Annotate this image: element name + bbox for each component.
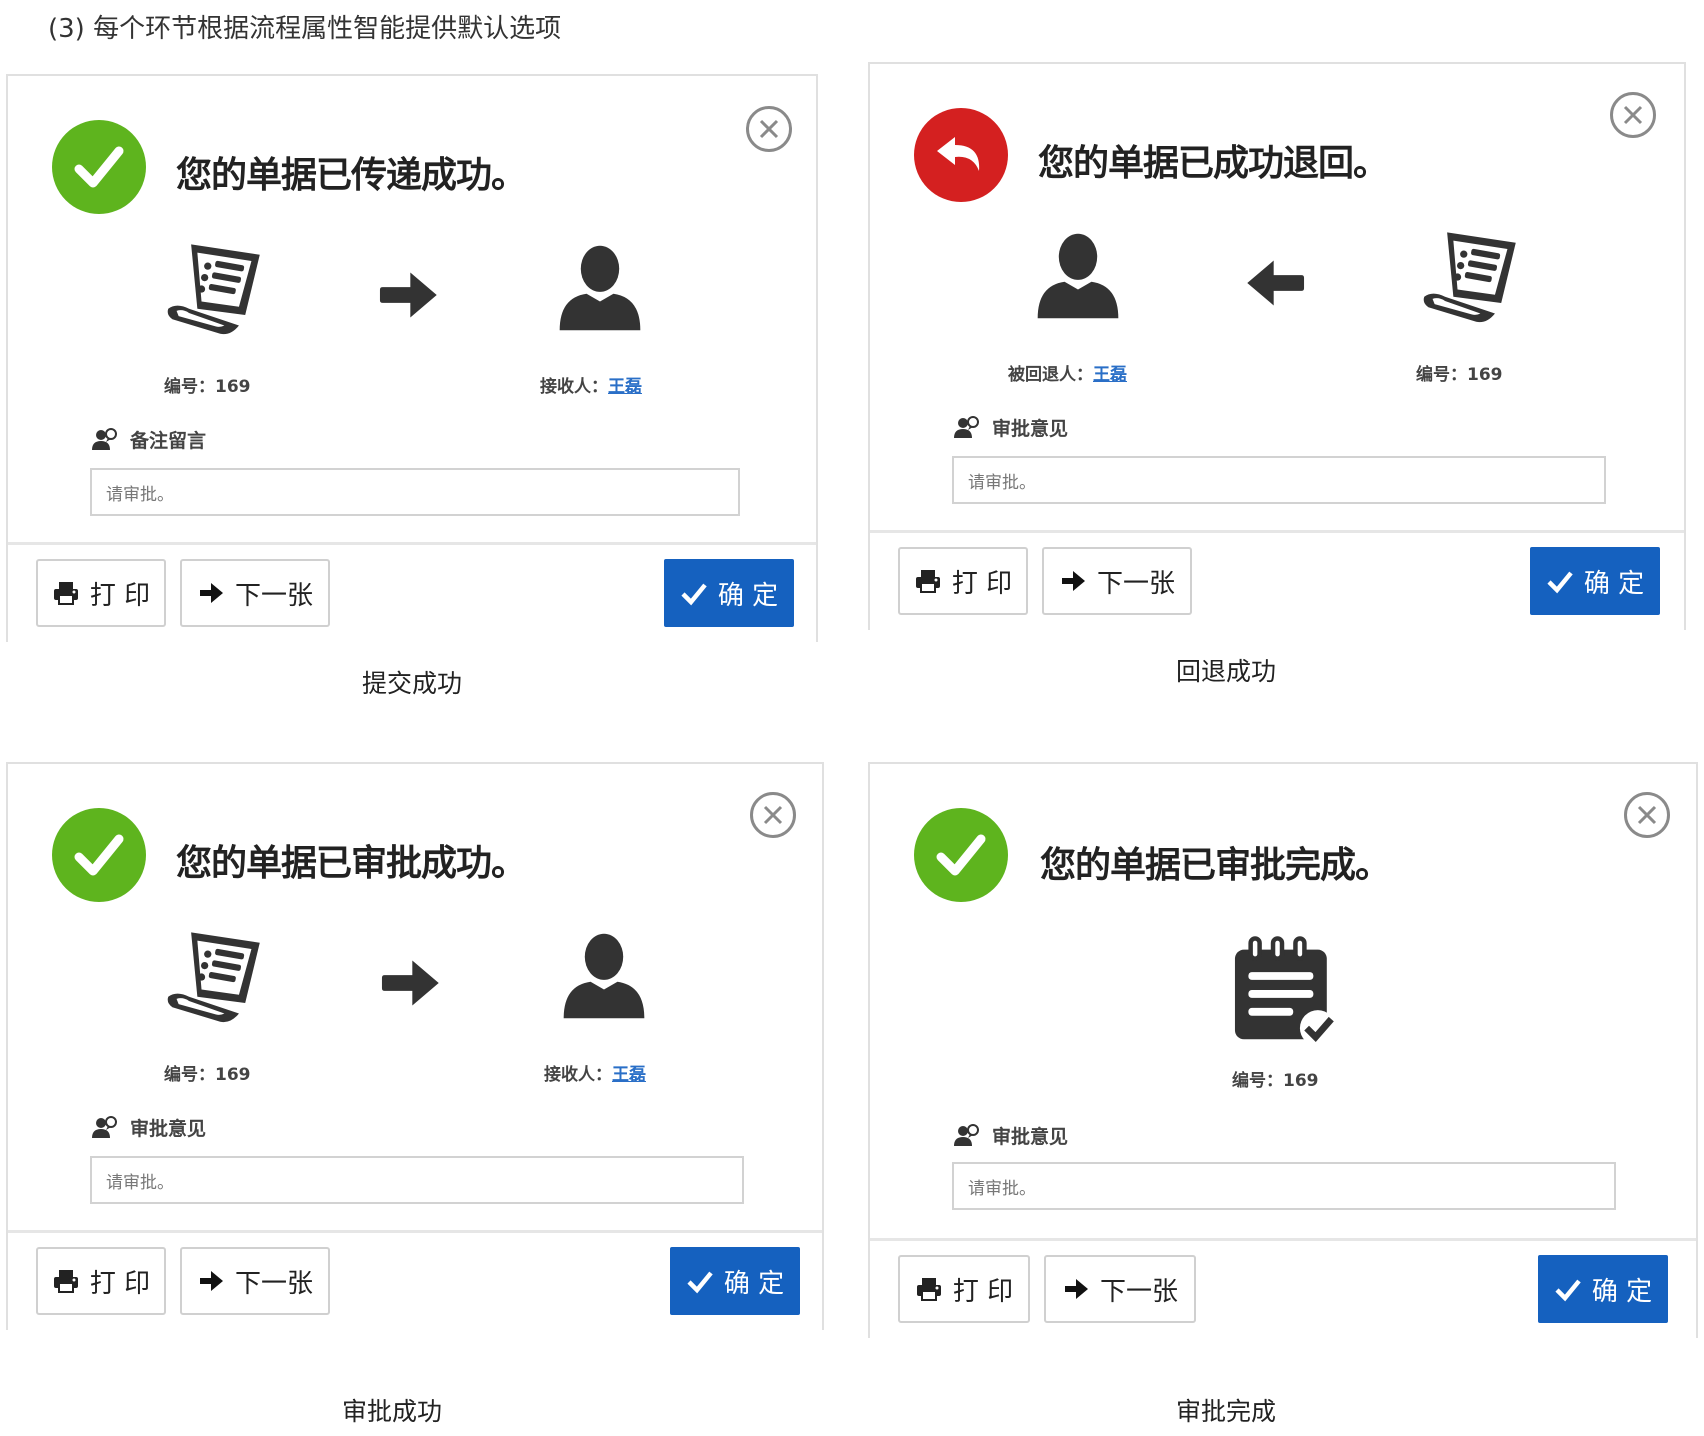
note-input[interactable] <box>90 1156 744 1204</box>
next-button[interactable]: 下一张 <box>1044 1255 1196 1323</box>
receiver-link[interactable]: 王磊 <box>612 1065 646 1085</box>
confirm-button[interactable]: 确 定 <box>1530 547 1660 615</box>
document-number: 编号：169 <box>164 377 251 397</box>
receiver-caption: 接收人：王磊 <box>544 1060 646 1085</box>
dialog-footer: 打 印 下一张 确 定 <box>8 542 816 642</box>
approve-complete-dialog: 您的单据已审批完成。 编号：169 审批意见 打 印 下一张 确 定 <box>868 762 1698 1338</box>
check-circle-icon <box>933 827 989 883</box>
next-button[interactable]: 下一张 <box>1042 547 1192 615</box>
receiver-label: 接收人： <box>540 377 608 397</box>
dialog-footer: 打 印 下一张 确 定 <box>870 530 1684 630</box>
arrow-right-icon <box>378 950 444 1016</box>
dialog-footer: 打 印 下一张 确 定 <box>8 1230 822 1330</box>
printer-icon <box>915 1275 943 1303</box>
return-success-dialog: 您的单据已成功退回。 被回退人：王磊 编号：169 审批意见 打 印 下一张 确… <box>868 62 1686 630</box>
success-icon <box>52 808 146 902</box>
returned-to-caption: 被回退人：王磊 <box>1008 360 1127 385</box>
receiver-link[interactable]: 王磊 <box>608 377 642 397</box>
note-label: 审批意见 <box>954 414 1068 441</box>
user-comment-icon <box>954 416 980 440</box>
note-label: 审批意见 <box>92 1114 206 1141</box>
print-button[interactable]: 打 印 <box>898 1255 1030 1323</box>
arrow-right-icon <box>1059 567 1087 595</box>
printer-icon <box>914 567 942 595</box>
notepad-check-icon <box>1226 934 1338 1046</box>
document-number: 编号：169 <box>164 1065 251 1085</box>
confirm-button[interactable]: 确 定 <box>1538 1255 1668 1323</box>
print-button[interactable]: 打 印 <box>36 1247 166 1315</box>
dialog-message: 您的单据已传递成功。 <box>176 155 527 196</box>
close-icon <box>1636 804 1658 826</box>
check-icon <box>680 579 708 607</box>
note-input[interactable] <box>952 1162 1616 1210</box>
document-icon <box>162 924 266 1028</box>
submit-success-dialog: 您的单据已传递成功。 编号：169 接收人：王磊 备注留言 打 印 下一张 确 … <box>6 74 818 642</box>
user-comment-icon <box>92 428 118 452</box>
printer-icon <box>52 579 80 607</box>
dialog-message: 您的单据已审批完成。 <box>1040 845 1391 886</box>
document-number: 编号：169 <box>1416 365 1503 385</box>
user-comment-icon <box>954 1124 980 1148</box>
arrow-right-icon <box>197 579 225 607</box>
returned-to-label: 被回退人： <box>1008 365 1093 385</box>
check-icon <box>1546 567 1574 595</box>
next-button[interactable]: 下一张 <box>180 559 330 627</box>
printer-icon <box>52 1267 80 1295</box>
document-number: 编号：169 <box>1232 1071 1319 1091</box>
success-icon <box>914 808 1008 902</box>
return-icon <box>914 108 1008 202</box>
arrow-right-icon <box>1062 1275 1090 1303</box>
close-button[interactable] <box>750 792 796 838</box>
next-button[interactable]: 下一张 <box>180 1247 330 1315</box>
dialog-message: 您的单据已成功退回。 <box>1038 143 1389 184</box>
close-icon <box>762 804 784 826</box>
caption-submit: 提交成功 <box>362 669 463 698</box>
dialog-message: 您的单据已审批成功。 <box>176 843 527 884</box>
close-icon <box>758 118 780 140</box>
note-label: 审批意见 <box>954 1122 1068 1149</box>
user-icon <box>556 928 652 1024</box>
arrow-right-icon <box>197 1267 225 1295</box>
close-button[interactable] <box>1610 92 1656 138</box>
section-heading: (3) 每个环节根据流程属性智能提供默认选项 <box>48 14 562 44</box>
check-icon <box>1554 1275 1582 1303</box>
print-button[interactable]: 打 印 <box>36 559 166 627</box>
document-icon <box>1418 224 1522 328</box>
arrow-right-icon <box>376 262 442 328</box>
note-input[interactable] <box>90 468 740 516</box>
check-circle-icon <box>71 827 127 883</box>
user-comment-icon <box>92 1116 118 1140</box>
close-icon <box>1622 104 1644 126</box>
success-icon <box>52 120 146 214</box>
print-button[interactable]: 打 印 <box>898 547 1028 615</box>
note-input[interactable] <box>952 456 1606 504</box>
document-icon <box>162 236 266 340</box>
note-label: 备注留言 <box>92 426 206 453</box>
approve-success-dialog: 您的单据已审批成功。 编号：169 接收人：王磊 审批意见 打 印 下一张 确 … <box>6 762 824 1330</box>
user-icon <box>1030 228 1126 324</box>
close-button[interactable] <box>746 106 792 152</box>
caption-return: 回退成功 <box>1176 657 1277 686</box>
confirm-button[interactable]: 确 定 <box>670 1247 800 1315</box>
receiver-caption: 接收人：王磊 <box>540 372 642 397</box>
returned-to-link[interactable]: 王磊 <box>1093 365 1127 385</box>
undo-icon <box>933 127 989 183</box>
receiver-label: 接收人： <box>544 1065 612 1085</box>
close-button[interactable] <box>1624 792 1670 838</box>
arrow-left-icon <box>1242 250 1308 316</box>
dialog-footer: 打 印 下一张 确 定 <box>870 1238 1696 1338</box>
user-icon <box>552 240 648 336</box>
check-icon <box>686 1267 714 1295</box>
caption-approve: 审批成功 <box>342 1397 443 1426</box>
confirm-button[interactable]: 确 定 <box>664 559 794 627</box>
caption-complete: 审批完成 <box>1176 1397 1277 1426</box>
